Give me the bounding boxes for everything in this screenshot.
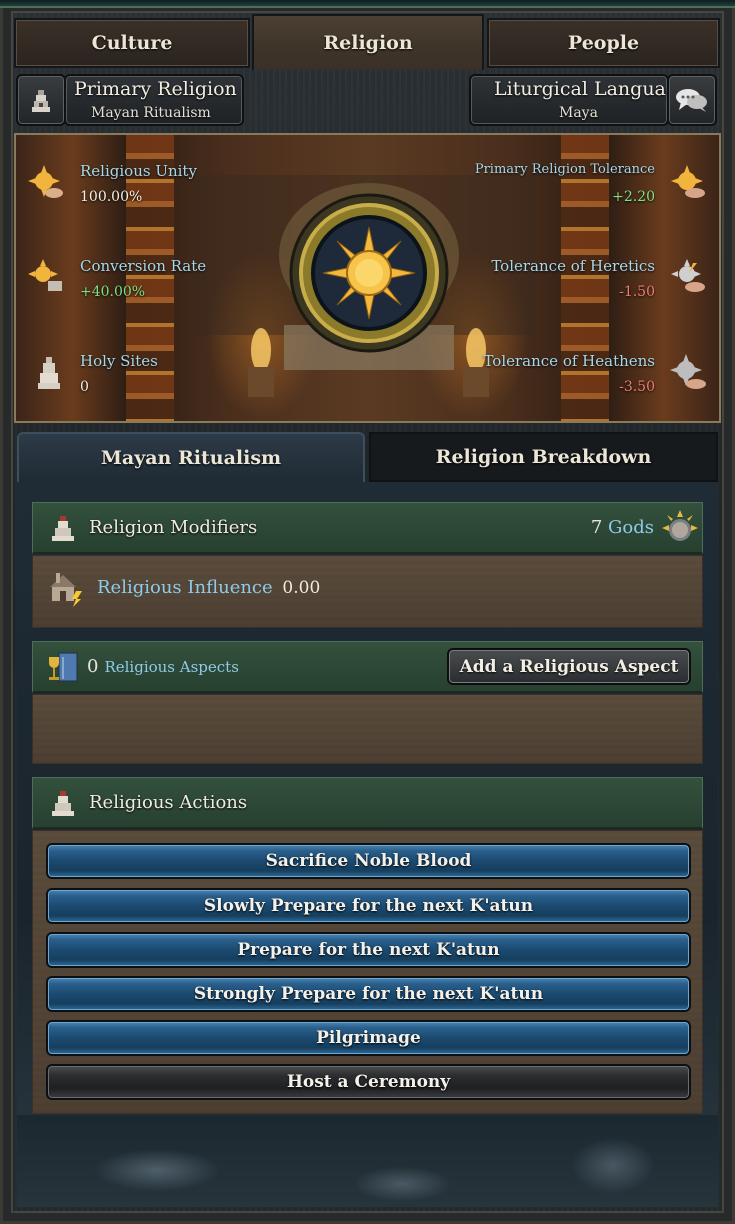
primary-tolerance-label: Primary Religion Tolerance — [474, 162, 655, 177]
primary-religion-title: Primary Religion — [74, 78, 237, 100]
tolerance-sun-icon — [671, 165, 705, 198]
religious-actions-title: Religious Actions — [89, 792, 248, 813]
religious-influence-label: Religious Influence — [97, 577, 273, 598]
holy-sites-label: Holy Sites — [80, 352, 158, 370]
tab-mayan-ritualism[interactable]: Mayan Ritualism — [17, 432, 365, 482]
tab-culture[interactable]: Culture — [14, 18, 250, 68]
primary-religion-icon-button[interactable] — [16, 74, 66, 126]
heretic-tolerance-label: Tolerance of Heretics — [491, 257, 655, 275]
religion-modifiers-header: Religion Modifiers 7 Gods — [32, 502, 703, 554]
heathen-tolerance-label: Tolerance of Heathens — [483, 352, 655, 370]
liturgical-language-icon-button[interactable] — [667, 74, 717, 126]
religious-aspects-body — [32, 694, 703, 764]
heathen-icon — [670, 354, 706, 389]
holy-site-icon — [38, 357, 60, 389]
heretic-icon — [671, 259, 705, 292]
sun-emblem-icon — [289, 193, 449, 353]
holy-sites-value: 0 — [80, 379, 89, 395]
add-religious-aspect-button[interactable]: Add a Religious Aspect — [447, 648, 691, 685]
sun-icon — [28, 165, 63, 198]
host-ceremony-button[interactable]: Host a Ceremony — [46, 1064, 691, 1100]
sacrifice-noble-blood-button[interactable]: Sacrifice Noble Blood — [46, 843, 691, 879]
decorative-footer-art — [17, 1115, 718, 1207]
temple-icon — [32, 90, 50, 112]
speech-bubble-icon — [676, 89, 707, 112]
tab-people[interactable]: People — [487, 18, 720, 68]
tab-religion-breakdown-label: Religion Breakdown — [435, 446, 652, 468]
tab-religion-label: Religion — [323, 32, 413, 54]
religious-unity-value: 100.00% — [80, 189, 143, 205]
liturgical-language-title: Liturgical Language — [494, 78, 690, 100]
conversion-rate-value: +40.00% — [80, 284, 146, 300]
tab-religion[interactable]: Religion — [252, 14, 484, 70]
window-top-border — [0, 0, 735, 8]
religion-scene-panel: Religious Unity 100.00% Conversion Rate … — [14, 133, 721, 423]
aspects-book-icon — [43, 647, 83, 687]
heretic-tolerance-value: -1.50 — [619, 284, 655, 300]
conversion-icon — [28, 259, 62, 291]
tab-people-label: People — [567, 32, 640, 54]
religious-influence-link[interactable]: Religious Influence 0.00 — [97, 577, 320, 598]
gods-label: Gods — [608, 517, 654, 538]
aspects-count: 0 — [87, 656, 99, 677]
religious-influence-value: 0.00 — [282, 578, 321, 598]
conversion-rate-label: Conversion Rate — [80, 257, 207, 275]
god-face-icon[interactable] — [660, 508, 700, 548]
heathen-tolerance-value: -3.50 — [619, 379, 655, 395]
temple-small-icon — [43, 508, 83, 548]
religious-unity-label: Religious Unity — [80, 162, 197, 180]
strongly-prepare-katun-button[interactable]: Strongly Prepare for the next K'atun — [46, 976, 691, 1012]
pilgrimage-button[interactable]: Pilgrimage — [46, 1020, 691, 1056]
religious-actions-header: Religious Actions — [32, 777, 703, 829]
temple-actions-icon — [43, 783, 83, 823]
liturgical-language-value: Maya — [559, 105, 598, 121]
primary-religion-value: Mayan Ritualism — [91, 105, 211, 121]
religion-modifiers-body: Religious Influence 0.00 — [32, 555, 703, 628]
gods-link[interactable]: 7 Gods — [591, 517, 654, 538]
prepare-katun-button[interactable]: Prepare for the next K'atun — [46, 932, 691, 968]
church-influence-icon — [45, 568, 85, 608]
tab-culture-label: Culture — [91, 32, 173, 54]
tab-religion-breakdown[interactable]: Religion Breakdown — [369, 432, 718, 482]
religious-aspects-link[interactable]: Religious Aspects — [104, 658, 238, 676]
slowly-prepare-katun-button[interactable]: Slowly Prepare for the next K'atun — [46, 888, 691, 924]
religion-modifiers-title: Religion Modifiers — [89, 517, 258, 538]
gods-count: 7 — [590, 517, 603, 538]
primary-tolerance-value: +2.20 — [612, 189, 655, 205]
tab-mayan-ritualism-label: Mayan Ritualism — [100, 447, 282, 469]
